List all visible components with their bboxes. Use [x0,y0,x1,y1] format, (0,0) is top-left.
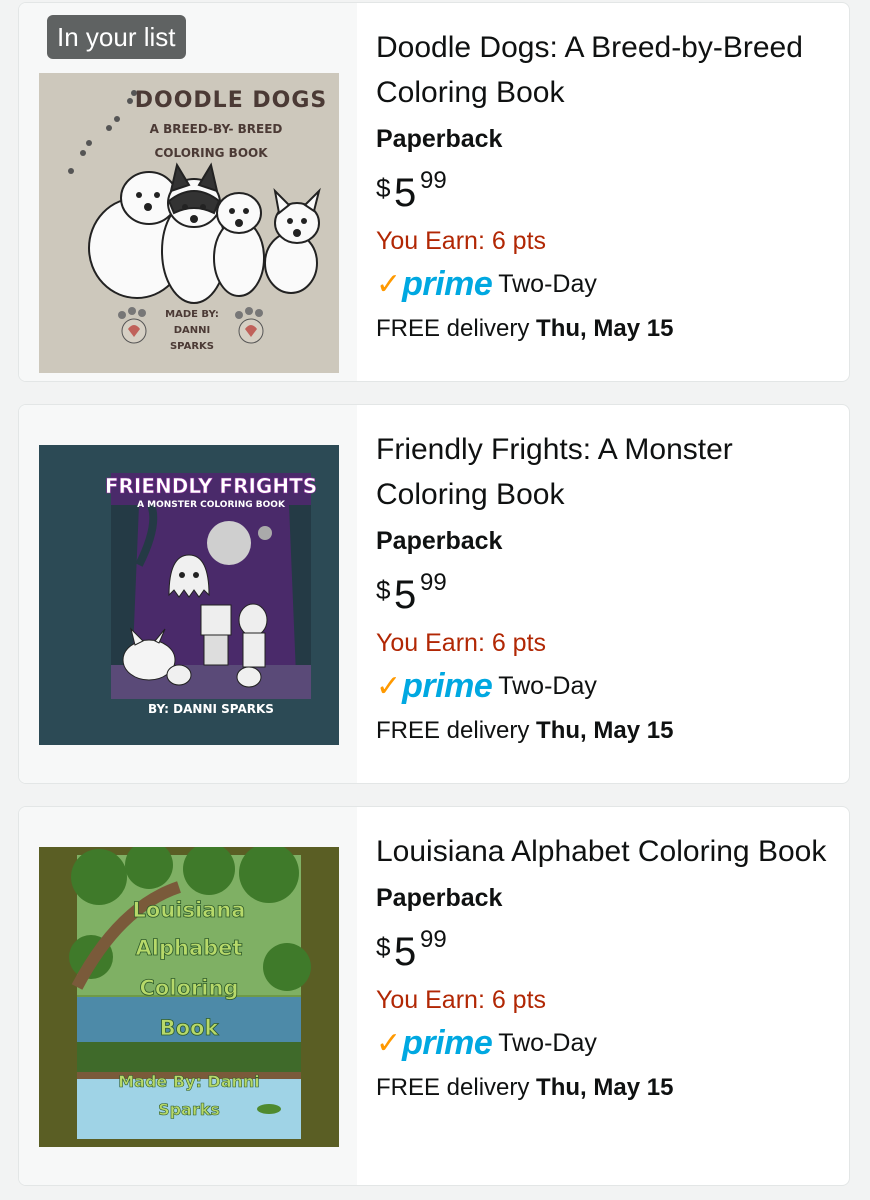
cover-credit: Sparks [158,1100,220,1119]
prime-speed: Two-Day [498,269,597,298]
cover-credit: BY: DANNI SPARKS [148,702,274,716]
product-cover-image[interactable]: Louisiana Alphabet Coloring Book Made By… [39,847,339,1147]
price-symbol: $ [376,173,391,203]
price-fraction: 99 [420,926,447,953]
price-whole: 5 [394,930,417,974]
product-price: $ 5 99 [376,165,839,217]
product-list: In your list DOODLE DOGS A BREED-BY- BRE… [0,0,870,1200]
cover-title: Book [160,1016,220,1040]
product-card[interactable]: Louisiana Alphabet Coloring Book Made By… [18,806,850,1186]
delivery-info: FREE delivery Thu, May 15 [376,307,839,351]
cover-title: DOODLE DOGS [135,88,328,113]
product-info: Louisiana Alphabet Coloring Book Paperba… [376,829,839,1110]
product-cover-image[interactable]: DOODLE DOGS A BREED-BY- BREED COLORING B… [39,73,339,373]
prime-logo: prime [402,666,493,705]
prime-logo: prime [402,1023,493,1062]
product-card[interactable]: In your list DOODLE DOGS A BREED-BY- BRE… [18,2,850,382]
delivery-prefix: FREE delivery [376,315,537,342]
prime-shipping: ✓ prime Two-Day [376,261,839,307]
product-title[interactable]: Doodle Dogs: A Breed-by-Breed Coloring B… [376,25,839,115]
cover-subtitle: A BREED-BY- BREED [150,122,283,136]
cover-title: FRIENDLY FRIGHTS [105,474,317,498]
friendly-frights-cover: FRIENDLY FRIGHTS A MONSTER COLORING BOOK… [39,445,339,745]
product-cover-image[interactable]: FRIENDLY FRIGHTS A MONSTER COLORING BOOK… [39,445,339,745]
delivery-date: Thu, May 15 [536,717,674,744]
price-whole: 5 [394,171,417,215]
mummy-illustration [238,603,268,668]
price-fraction: 99 [420,167,447,194]
delivery-prefix: FREE delivery [376,717,537,744]
product-title[interactable]: Friendly Frights: A Monster Coloring Boo… [376,427,839,517]
monster-illustration [200,604,232,666]
price-fraction: 99 [420,569,447,596]
prime-check-icon: ✓ [376,267,402,301]
price-symbol: $ [376,575,391,605]
cover-credit: DANNI [174,325,211,336]
product-price: $ 5 99 [376,924,839,976]
prime-logo: prime [402,264,493,303]
cover-title: Alphabet [136,936,243,960]
cover-credit: Made By: Danni [118,1072,260,1091]
in-your-list-badge: In your list [47,15,186,59]
prime-check-icon: ✓ [376,1026,402,1060]
earn-points: You Earn: 6 pts [376,986,547,1014]
delivery-date: Thu, May 15 [536,1074,674,1101]
delivery-prefix: FREE delivery [376,1074,537,1101]
product-info: Doodle Dogs: A Breed-by-Breed Coloring B… [376,25,839,351]
price-symbol: $ [376,932,391,962]
delivery-info: FREE delivery Thu, May 15 [376,709,839,753]
product-card[interactable]: FRIENDLY FRIGHTS A MONSTER COLORING BOOK… [18,404,850,784]
product-format: Paperback [376,125,503,153]
prime-speed: Two-Day [498,671,597,700]
cover-subtitle: COLORING BOOK [154,146,268,160]
product-format: Paperback [376,527,503,555]
cover-title: Louisiana [133,898,246,922]
price-whole: 5 [394,573,417,617]
doodle-dogs-cover: DOODLE DOGS A BREED-BY- BREED COLORING B… [39,73,339,373]
product-info: Friendly Frights: A Monster Coloring Boo… [376,427,839,753]
product-price: $ 5 99 [376,567,839,619]
prime-shipping: ✓ prime Two-Day [376,663,839,709]
moon-icon [207,521,251,565]
cover-credit: SPARKS [170,341,214,352]
cover-credit: MADE BY: [165,309,219,320]
cover-title: Coloring [139,976,238,1000]
earn-points: You Earn: 6 pts [376,629,547,657]
delivery-info: FREE delivery Thu, May 15 [376,1066,839,1110]
prime-speed: Two-Day [498,1028,597,1057]
prime-shipping: ✓ prime Two-Day [376,1020,839,1066]
product-format: Paperback [376,884,503,912]
prime-check-icon: ✓ [376,669,402,703]
louisiana-alphabet-cover: Louisiana Alphabet Coloring Book Made By… [39,847,339,1147]
delivery-date: Thu, May 15 [536,315,674,342]
earn-points: You Earn: 6 pts [376,227,547,255]
product-title[interactable]: Louisiana Alphabet Coloring Book [376,829,839,874]
cover-subtitle: A MONSTER COLORING BOOK [137,500,286,510]
